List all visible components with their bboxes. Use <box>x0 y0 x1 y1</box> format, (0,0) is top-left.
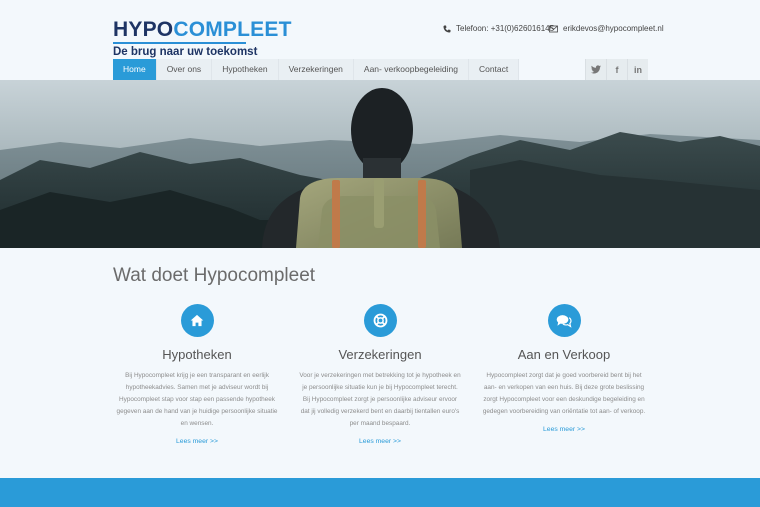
logo-part-compleet: COMPLEET <box>173 18 292 41</box>
twitter-icon[interactable] <box>585 59 606 80</box>
linkedin-icon[interactable]: in <box>627 59 648 80</box>
facebook-icon[interactable]: f <box>606 59 627 80</box>
read-more-link[interactable]: Lees meer >> <box>359 438 401 445</box>
service-title: Hypotheken <box>162 347 232 362</box>
email-text[interactable]: erikdevos@hypocompleet.nl <box>563 24 664 33</box>
mail-icon <box>549 24 558 33</box>
nav-home[interactable]: Home <box>113 59 157 80</box>
logo-wordmark: HYPOCOMPLEET <box>113 19 292 41</box>
main-nav: Home Over ons Hypotheken Verzekeringen A… <box>113 59 520 80</box>
logo-underline <box>113 42 246 44</box>
service-description: Bij Hypocompleet krijg je een transparan… <box>116 372 278 427</box>
nav-hypotheken[interactable]: Hypotheken <box>212 59 279 80</box>
chat-icon <box>547 304 581 337</box>
nav-contact[interactable]: Contact <box>468 59 520 80</box>
service-title: Aan en Verkoop <box>517 347 611 362</box>
contact-phone: Telefoon: +31(0)626016145 <box>442 24 554 33</box>
footer-bar <box>0 478 760 507</box>
service-description: Hypocompleet zorgt dat je goed voorberei… <box>482 372 646 415</box>
logo-tagline: De brug naar uw toekomst <box>113 46 258 58</box>
nav-aan-verkoopbegeleiding[interactable]: Aan- verkoopbegeleiding <box>353 59 469 80</box>
service-hypotheken: Hypotheken Bij Hypocompleet krijg je een… <box>112 304 282 448</box>
phone-icon <box>442 24 451 33</box>
site-header: HYPOCOMPLEET De brug naar uw toekomst Te… <box>0 0 760 80</box>
read-more-link[interactable]: Lees meer >> <box>176 438 218 445</box>
nav-verzekeringen[interactable]: Verzekeringen <box>278 59 354 80</box>
logo-part-hypo: HYPO <box>113 18 174 41</box>
home-icon <box>180 304 214 337</box>
lifebuoy-icon <box>363 304 397 337</box>
service-aan-en-verkoop: Aan en Verkoop Hypocompleet zorgt dat je… <box>479 304 649 436</box>
service-verzekeringen: Verzekeringen Voor je verzekeringen met … <box>295 304 465 448</box>
social-links: f in <box>585 59 648 80</box>
site-logo[interactable]: HYPOCOMPLEET De brug naar uw toekomst <box>113 19 292 58</box>
hero-image <box>0 80 760 248</box>
read-more-link[interactable]: Lees meer >> <box>543 426 585 433</box>
service-description: Voor je verzekeringen met betrekking tot… <box>299 372 461 427</box>
nav-over-ons[interactable]: Over ons <box>156 59 213 80</box>
contact-email[interactable]: erikdevos@hypocompleet.nl <box>549 24 664 33</box>
phone-text: Telefoon: +31(0)626016145 <box>456 24 555 33</box>
service-title: Verzekeringen <box>338 347 422 362</box>
section-title: Wat doet Hypocompleet <box>113 265 316 286</box>
